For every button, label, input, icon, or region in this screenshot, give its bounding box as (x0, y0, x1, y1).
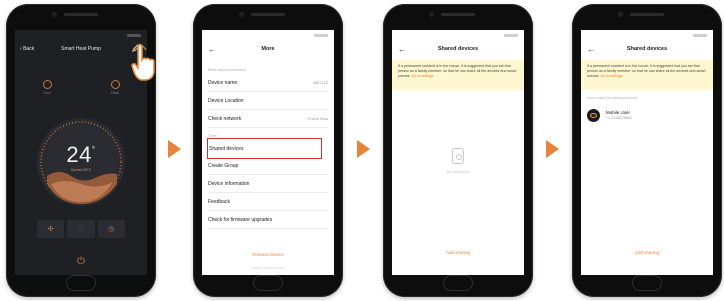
sun-icon (42, 80, 52, 89)
phone-frame: ‹ Back Smart Heat Pump Cool Heat 24° Cur… (6, 4, 156, 297)
user-name: Mobile User (606, 110, 631, 115)
back-arrow-icon[interactable]: ← (587, 45, 595, 54)
row-label: Check network (208, 115, 242, 122)
row-label: Device information (208, 180, 250, 187)
home-button (443, 275, 473, 291)
control-bar: ✣ ◌ ◷ (37, 220, 125, 238)
check-network-row[interactable]: Check network Check Now (208, 110, 328, 128)
screen-shared-devices-user: ← Shared devices If a permanent resident… (581, 30, 713, 275)
step-arrow-icon (168, 140, 181, 158)
battery-icon (504, 34, 518, 37)
speaker (441, 13, 475, 16)
row-label: Device Location (208, 97, 244, 104)
row-label: Check for firmware upgrades (208, 216, 273, 223)
phone-frame: ← Shared devices If a permanent resident… (383, 4, 533, 297)
shared-devices-row[interactable]: Shared devices (207, 138, 322, 159)
heat-icon (110, 80, 120, 89)
add-sharing-button[interactable]: Add sharing (392, 250, 524, 255)
current-temperature: Current 26°C (70, 168, 92, 172)
nav-bar: ← More (202, 42, 334, 56)
power-icon: ⏻ (77, 256, 85, 267)
back-label: Back (23, 46, 35, 52)
remove-device-button[interactable]: Remove Device (202, 252, 334, 257)
feedback-row[interactable]: Feedback (208, 193, 328, 211)
status-bar (581, 32, 713, 40)
temperature-value: 24° (37, 142, 125, 168)
phone-frame: ← More Basic device information Device n… (193, 4, 343, 297)
fan-icon: ✣ (47, 226, 54, 233)
device-information-row[interactable]: Device information (208, 175, 328, 193)
mode-label: Cool (43, 91, 51, 95)
page-title: More (261, 46, 275, 52)
user-info: Mobile User +1-12-66278863 (606, 110, 632, 120)
device-location-row[interactable]: Device Location (208, 92, 328, 110)
status-bar (392, 32, 524, 40)
timer-button[interactable]: ◷ (97, 220, 125, 238)
restore-defaults-link[interactable]: Restore factory defaults (202, 266, 334, 270)
family-member-notice: If a permanent resident is in the house,… (392, 60, 524, 90)
row-label: Feedback (208, 198, 230, 205)
settings-list: Basic device information Device name ABC… (202, 62, 334, 229)
mode-heat-button[interactable]: Heat (107, 80, 123, 100)
add-sharing-button[interactable]: Add sharing (581, 250, 713, 255)
back-arrow-icon[interactable]: ← (208, 45, 216, 54)
battery-icon (693, 34, 707, 37)
family-member-notice: If a permanent resident is in the house,… (581, 60, 713, 90)
back-arrow-icon[interactable]: ← (398, 45, 406, 54)
mode-icon: ◌ (78, 225, 84, 233)
back-button[interactable]: ‹ Back (20, 46, 34, 52)
tap-hand-icon (131, 43, 155, 81)
fan-button[interactable]: ✣ (37, 220, 65, 238)
speaker (630, 13, 664, 16)
mode-cool-button[interactable]: Cool (39, 80, 55, 100)
temperature-number: 24 (66, 142, 92, 167)
firmware-upgrade-row[interactable]: Check for firmware upgrades (208, 211, 328, 229)
row-label: Create Group (208, 162, 239, 169)
nav-bar: ← Shared devices (581, 42, 713, 56)
shared-user-row[interactable]: Mobile User +1-12-66278863 (587, 106, 707, 124)
battery-icon (314, 34, 328, 37)
home-button (632, 275, 662, 291)
page-title: Shared devices (626, 46, 668, 52)
mode-button[interactable]: ◌ (67, 220, 95, 238)
row-value: ABC123 (313, 80, 328, 85)
shared-accounts-caption: Have shared the following accounts (587, 96, 638, 100)
screen-more: ← More Basic device information Device n… (202, 30, 334, 275)
row-label: Shared devices (209, 145, 244, 152)
status-bar (202, 32, 334, 40)
notice-link[interactable]: Go to settings (411, 74, 433, 78)
notice-link[interactable]: Go to settings (600, 74, 622, 78)
camera (52, 12, 57, 17)
camera (618, 12, 623, 17)
create-group-row[interactable]: Create Group (208, 157, 328, 175)
empty-device-icon (452, 148, 464, 164)
row-label: Device name (208, 79, 238, 86)
camera (429, 12, 434, 17)
user-number: +1-12-66278863 (606, 116, 632, 120)
screen-shared-devices-empty: ← Shared devices If a permanent resident… (392, 30, 524, 275)
avatar (587, 108, 600, 122)
status-bar (15, 32, 147, 40)
row-value: Check Now (307, 116, 328, 121)
device-name-row[interactable]: Device name ABC123 (208, 74, 328, 92)
empty-text: No sharing yet (446, 170, 470, 174)
battery-icon (127, 34, 141, 37)
nav-bar: ← Shared devices (392, 42, 524, 56)
step-arrow-icon (357, 140, 370, 158)
power-button[interactable]: ⏻ (75, 256, 87, 268)
camera (239, 12, 244, 17)
mode-label: Heat (111, 91, 119, 95)
speaker (64, 13, 98, 16)
temperature-unit: ° (91, 145, 96, 154)
home-button (66, 275, 96, 291)
phone-frame: ← Shared devices If a permanent resident… (572, 4, 722, 297)
temperature-dial[interactable]: 24° Current 26°C (37, 118, 125, 206)
empty-state: No sharing yet (392, 148, 524, 174)
page-title: Shared devices (437, 46, 479, 52)
home-button (253, 275, 283, 291)
speaker (251, 13, 285, 16)
timer-icon: ◷ (108, 226, 115, 233)
step-arrow-icon (546, 140, 559, 158)
